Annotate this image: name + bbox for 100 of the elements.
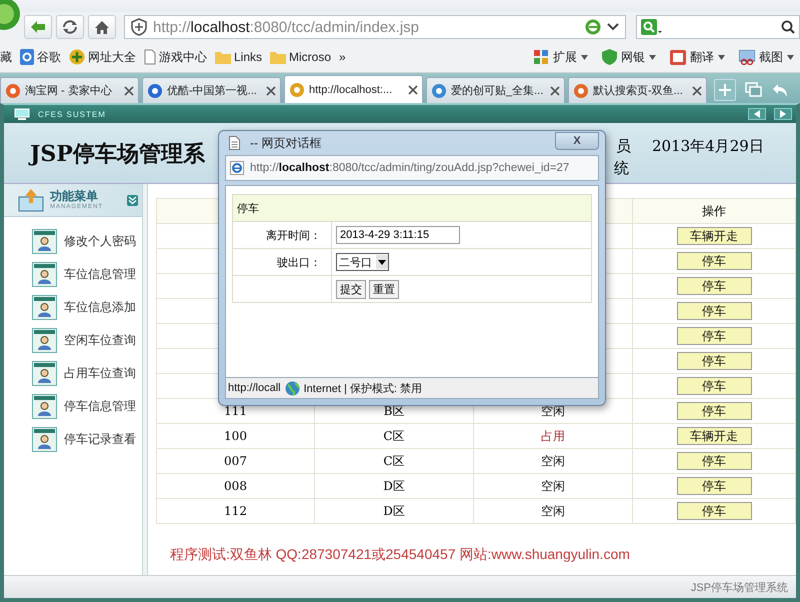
collapse-icon[interactable] bbox=[127, 194, 138, 206]
action-button[interactable]: 车辆开走 bbox=[676, 427, 752, 445]
bookmark-link[interactable]: 网址大全 bbox=[88, 48, 136, 66]
left-triangle-icon bbox=[754, 110, 760, 118]
right-arrow-button[interactable] bbox=[774, 108, 792, 120]
toolbar-button[interactable]: 截图 bbox=[759, 48, 783, 66]
table-cell: 100 bbox=[224, 429, 247, 443]
action-button[interactable]: 停车 bbox=[676, 327, 752, 345]
shield-icon bbox=[131, 18, 147, 36]
page-icon bbox=[144, 49, 156, 65]
close-icon[interactable] bbox=[550, 86, 560, 96]
system-label: CFES SUSTEM bbox=[38, 110, 106, 118]
toolbar-button[interactable]: 扩展 bbox=[553, 48, 577, 66]
search-field[interactable] bbox=[636, 15, 800, 39]
caret-icon[interactable] bbox=[607, 23, 619, 31]
left-arrow-button[interactable] bbox=[748, 108, 766, 120]
upload-tray-icon bbox=[18, 188, 44, 212]
dropdown-caret-icon bbox=[378, 260, 386, 264]
menu-item[interactable]: 车位信息添加 bbox=[64, 298, 136, 316]
exit-select[interactable]: 二号口 bbox=[336, 253, 389, 271]
caret-icon[interactable] bbox=[718, 54, 725, 60]
splitter-handle[interactable] bbox=[143, 184, 148, 575]
time-input[interactable]: 2013-4-29 3:11:15 bbox=[336, 226, 460, 244]
field-label: 离开时间： bbox=[266, 230, 321, 242]
browser-tab[interactable]: 优酷-中国第一视... bbox=[142, 77, 281, 103]
menu-item[interactable]: 占用车位查询 bbox=[64, 364, 136, 382]
close-icon[interactable] bbox=[408, 84, 418, 94]
user-card-icon bbox=[32, 360, 57, 386]
security-zone-text: Internet | 保护模式: 禁用 bbox=[304, 382, 422, 396]
search-icon[interactable] bbox=[781, 20, 795, 34]
shield-icon bbox=[602, 49, 617, 65]
browser-tab[interactable]: 默认搜索页-双鱼... bbox=[568, 77, 707, 103]
menu-item[interactable]: 停车记录查看 bbox=[64, 430, 136, 448]
caret-icon[interactable] bbox=[787, 54, 794, 60]
close-icon[interactable] bbox=[124, 86, 134, 96]
bookmark-link[interactable]: 藏 bbox=[0, 48, 12, 66]
document-icon bbox=[229, 136, 240, 150]
table-cell: 112 bbox=[224, 504, 247, 518]
table-cell: C区 bbox=[383, 454, 405, 468]
address-field[interactable]: http://localhost:8080/tcc/admin/index.jsp bbox=[124, 15, 626, 39]
close-icon[interactable] bbox=[266, 86, 276, 96]
table-cell: C区 bbox=[383, 428, 405, 442]
table-cell: 008 bbox=[224, 479, 247, 493]
right-triangle-icon bbox=[780, 110, 786, 118]
bookmark-link[interactable]: Links bbox=[234, 50, 262, 64]
search-engine-icon bbox=[641, 19, 663, 35]
caret-icon[interactable] bbox=[581, 54, 588, 60]
field-label: 驶出口： bbox=[277, 256, 321, 268]
user-card-icon bbox=[32, 426, 57, 452]
browser-tab[interactable]: 爱的创可贴_全集... bbox=[426, 77, 565, 103]
close-icon[interactable] bbox=[692, 86, 702, 96]
action-button[interactable]: 停车 bbox=[676, 502, 752, 520]
action-button[interactable]: 停车 bbox=[676, 402, 752, 420]
table-cell: 007 bbox=[224, 454, 247, 468]
bookmark-link[interactable]: Microso bbox=[289, 50, 332, 64]
table-cell: D区 bbox=[383, 478, 405, 492]
status-text: 空闲 bbox=[541, 404, 565, 418]
site-icon bbox=[431, 82, 447, 98]
action-button[interactable]: 停车 bbox=[676, 252, 752, 270]
action-button[interactable]: 停车 bbox=[676, 452, 752, 470]
refresh-button[interactable] bbox=[56, 15, 84, 39]
caret-icon[interactable] bbox=[649, 54, 656, 60]
close-button[interactable]: X bbox=[555, 132, 599, 150]
action-button[interactable]: 停车 bbox=[676, 277, 752, 295]
browser-tab[interactable]: http://localhost:... bbox=[284, 75, 423, 103]
bookmark-link[interactable]: 谷歌 bbox=[37, 48, 61, 66]
system-name-text: 统 bbox=[614, 159, 629, 178]
plus-circle-icon bbox=[69, 49, 85, 65]
bookmark-link[interactable]: » bbox=[339, 50, 346, 64]
action-button[interactable]: 停车 bbox=[676, 302, 752, 320]
menu-item[interactable]: 修改个人密码 bbox=[64, 232, 136, 250]
site-icon bbox=[5, 82, 21, 98]
bookmark-link[interactable]: 游戏中心 bbox=[159, 48, 207, 66]
table-cell: 111 bbox=[224, 404, 247, 418]
grid-icon bbox=[534, 50, 549, 64]
footer-note: 程序测试:双鱼林 QQ:287307421或254540457 网站:www.shuangyulin.com bbox=[170, 546, 631, 564]
form-button[interactable]: 提交 bbox=[336, 280, 366, 298]
form-button[interactable]: 重置 bbox=[369, 280, 399, 298]
letter-tile-icon bbox=[20, 49, 34, 65]
home-button[interactable] bbox=[88, 15, 116, 39]
action-button[interactable]: 停车 bbox=[676, 352, 752, 370]
status-text: 占用 bbox=[541, 428, 565, 442]
action-button[interactable]: 停车 bbox=[676, 477, 752, 495]
toolbar-button[interactable]: 网银 bbox=[621, 48, 645, 66]
action-button[interactable]: 停车 bbox=[676, 377, 752, 395]
monitor-icon bbox=[14, 108, 30, 120]
action-button[interactable]: 车辆开走 bbox=[676, 227, 752, 245]
user-card-icon bbox=[32, 328, 57, 352]
status-url: http://locall bbox=[228, 382, 281, 394]
menu-item[interactable]: 车位信息管理 bbox=[64, 266, 136, 282]
status-text: JSP停车场管理系统 bbox=[690, 580, 788, 594]
menu-item[interactable]: 停车信息管理 bbox=[64, 398, 136, 414]
user-card-icon bbox=[32, 394, 57, 418]
user-card-icon bbox=[32, 228, 57, 254]
toolbar-button[interactable]: 翻译 bbox=[690, 48, 714, 66]
back-button[interactable] bbox=[24, 15, 52, 39]
windows-icon[interactable] bbox=[745, 82, 763, 98]
browser-tab[interactable]: 淘宝网 - 卖家中心 bbox=[0, 77, 139, 103]
menu-item[interactable]: 空闲车位查询 bbox=[64, 332, 136, 348]
user-card-icon bbox=[32, 262, 57, 286]
